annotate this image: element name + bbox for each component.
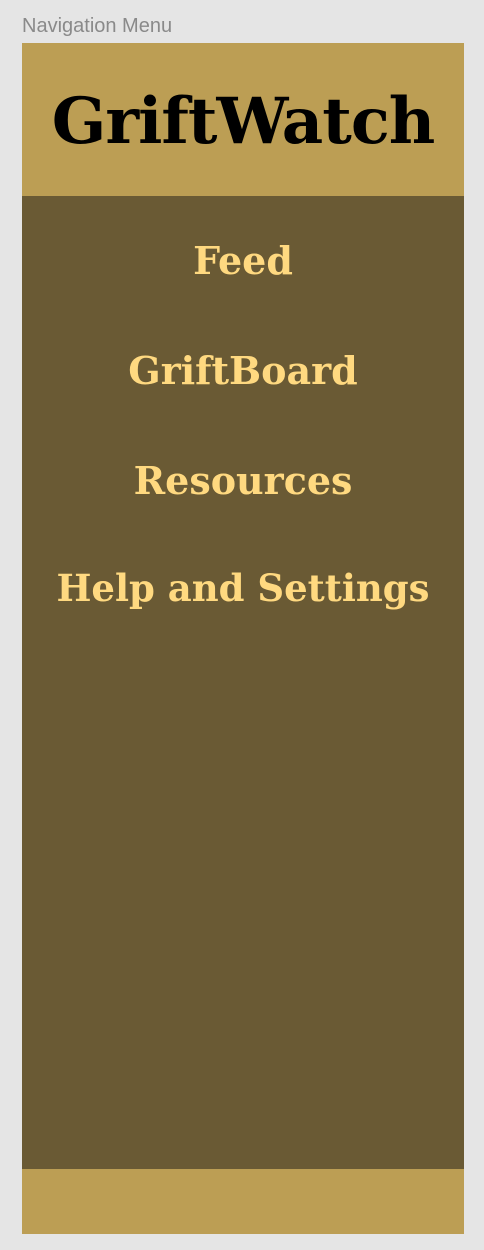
- nav-item-help-and-settings[interactable]: Help and Settings: [22, 565, 464, 611]
- frame-label: Navigation Menu: [22, 15, 173, 37]
- nav-item-griftboard[interactable]: GriftBoard: [22, 348, 464, 394]
- brand-title[interactable]: GriftWatch: [52, 89, 436, 154]
- nav-item-resources[interactable]: Resources: [22, 458, 464, 504]
- navigation-menu: GriftWatch Feed GriftBoard Resources Hel…: [22, 43, 464, 1234]
- nav-footer: [22, 1169, 464, 1234]
- nav-header: GriftWatch: [22, 43, 464, 196]
- nav-item-feed[interactable]: Feed: [22, 238, 464, 284]
